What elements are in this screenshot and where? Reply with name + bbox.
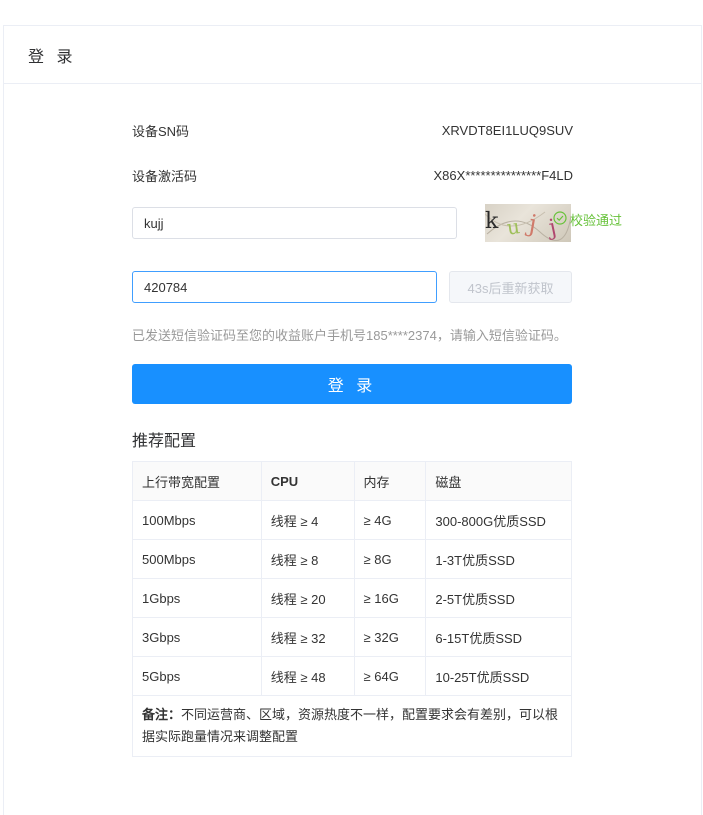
cell-disk: 300-800G优质SSD (425, 500, 572, 540)
recommend-title: 推荐配置 (132, 433, 197, 450)
table-row: 100Mbps 线程 ≥ 4 ≥ 4G 300-800G优质SSD (132, 500, 572, 540)
note-text: 不同运营商、区域，资源热度不一样，配置要求会有差别，可以根据实际跑量情况来调整配… (142, 707, 559, 744)
login-button[interactable]: 登 录 (132, 364, 572, 404)
note-row: 备注：不同运营商、区域，资源热度不一样，配置要求会有差别，可以根据实际跑量情况来… (132, 695, 572, 757)
captcha-char-2: u (505, 214, 521, 240)
captcha-status: 校验通过 (553, 210, 622, 229)
table-header-row: 上行带宽配置 CPU 内存 磁盘 (132, 461, 572, 501)
sn-row: 设备SN码 XRVDT8EI1LUQ9SUV (132, 121, 573, 140)
note-cell: 备注：不同运营商、区域，资源热度不一样，配置要求会有差别，可以根据实际跑量情况来… (132, 695, 572, 757)
cell-memory: ≥ 64G (353, 656, 427, 696)
check-circle-icon (553, 211, 567, 228)
cell-memory: ≥ 32G (353, 617, 427, 657)
login-card: 登 录 设备SN码 XRVDT8EI1LUQ9SUV 设备激活码 X86X***… (3, 25, 702, 815)
activation-value: X86X***************F4LD (433, 168, 573, 183)
resend-code-button[interactable]: 43s后重新获取 (449, 271, 572, 303)
page-title: 登 录 (28, 48, 77, 66)
login-form: 设备SN码 XRVDT8EI1LUQ9SUV 设备激活码 X86X*******… (132, 84, 622, 757)
cell-bandwidth: 100Mbps (132, 500, 262, 540)
sn-value: XRVDT8EI1LUQ9SUV (441, 123, 573, 138)
cell-disk: 1-3T优质SSD (425, 539, 572, 579)
col-header-bandwidth: 上行带宽配置 (132, 461, 262, 501)
activation-label: 设备激活码 (132, 169, 198, 184)
captcha-char-1: k (485, 209, 499, 234)
note-label: 备注： (142, 707, 182, 722)
table-row: 3Gbps 线程 ≥ 32 ≥ 32G 6-15T优质SSD (132, 617, 572, 657)
cell-memory: ≥ 16G (353, 578, 427, 618)
col-header-cpu: CPU (260, 461, 355, 501)
cell-disk: 2-5T优质SSD (425, 578, 572, 618)
cell-cpu: 线程 ≥ 32 (260, 617, 355, 657)
cell-bandwidth: 1Gbps (132, 578, 262, 618)
cell-disk: 10-25T优质SSD (425, 656, 572, 696)
cell-cpu: 线程 ≥ 20 (260, 578, 355, 618)
captcha-status-text: 校验通过 (570, 213, 623, 228)
captcha-row: k u j j 校验通过 (132, 204, 622, 242)
table-row: 500Mbps 线程 ≥ 8 ≥ 8G 1-3T优质SSD (132, 539, 572, 579)
cell-cpu: 线程 ≥ 8 (260, 539, 355, 579)
cell-cpu: 线程 ≥ 4 (260, 500, 355, 540)
sms-row: 43s后重新获取 (132, 271, 573, 303)
col-header-disk: 磁盘 (425, 461, 572, 501)
card-header: 登 录 (4, 26, 701, 84)
sms-hint: 已发送短信验证码至您的收益账户手机号185****2374，请输入短信验证码。 (132, 328, 567, 343)
cell-bandwidth: 5Gbps (132, 656, 262, 696)
cell-cpu: 线程 ≥ 48 (260, 656, 355, 696)
cell-bandwidth: 3Gbps (132, 617, 262, 657)
sms-code-input[interactable] (132, 271, 437, 303)
cell-memory: ≥ 4G (353, 500, 427, 540)
sn-label: 设备SN码 (132, 124, 190, 139)
cell-memory: ≥ 8G (353, 539, 427, 579)
captcha-input[interactable] (132, 207, 457, 239)
cell-bandwidth: 500Mbps (132, 539, 262, 579)
cell-disk: 6-15T优质SSD (425, 617, 572, 657)
table-row: 1Gbps 线程 ≥ 20 ≥ 16G 2-5T优质SSD (132, 578, 572, 618)
recommend-table: 上行带宽配置 CPU 内存 磁盘 100Mbps 线程 ≥ 4 ≥ 4G 300… (132, 461, 572, 757)
activation-row: 设备激活码 X86X***************F4LD (132, 166, 573, 185)
col-header-memory: 内存 (353, 461, 427, 501)
table-row: 5Gbps 线程 ≥ 48 ≥ 64G 10-25T优质SSD (132, 656, 572, 696)
